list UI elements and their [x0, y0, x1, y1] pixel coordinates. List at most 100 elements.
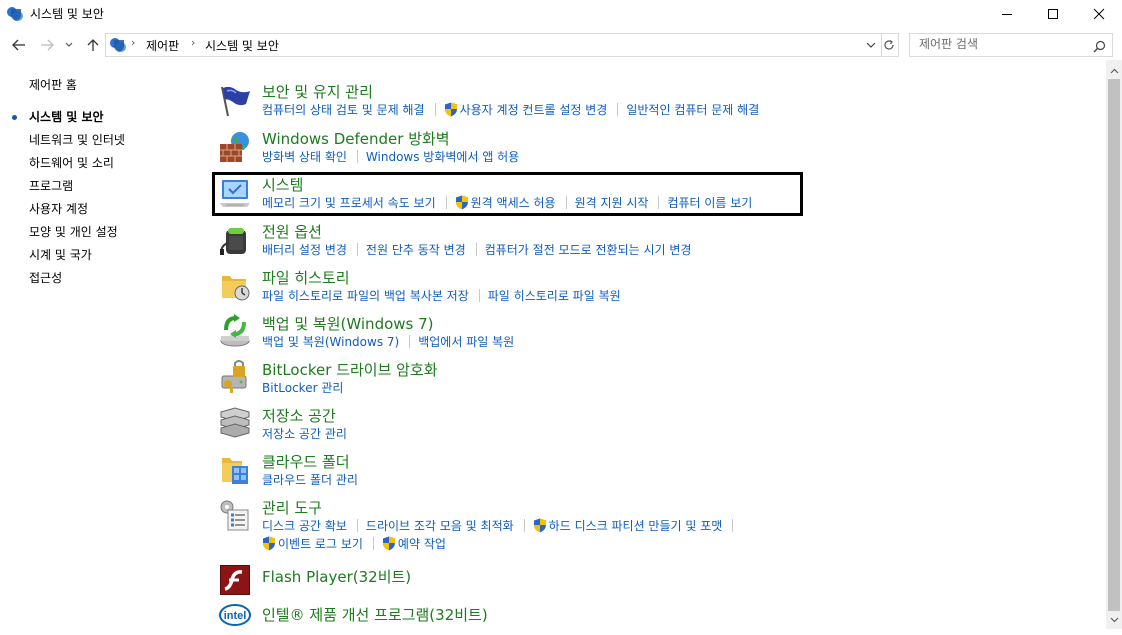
link-separator	[356, 242, 358, 256]
link-review-status[interactable]: 컴퓨터의 상태 검토 및 문제 해결	[262, 101, 425, 118]
category-title-power-options[interactable]: 전원 옵션	[262, 221, 322, 242]
link-save-backup-copies[interactable]: 파일 히스토리로 파일의 백업 복사본 저장	[262, 287, 469, 304]
back-button[interactable]	[8, 34, 30, 56]
nav-clock-region[interactable]: 시계 및 국가	[29, 246, 92, 263]
link-separator	[434, 102, 436, 116]
link-restore-files-file-history[interactable]: 파일 히스토리로 파일 복원	[488, 287, 621, 304]
navigation-bar: › 제어판 › 시스템 및 보안	[0, 30, 1122, 58]
category-title-cloud-folder[interactable]: 클라우드 폴더	[262, 451, 350, 472]
link-separator	[475, 242, 477, 256]
link-separator	[356, 518, 358, 532]
refresh-button[interactable]	[880, 33, 899, 57]
refresh-icon	[884, 40, 894, 50]
address-bar[interactable]: › 제어판 › 시스템 및 보안	[105, 33, 882, 57]
category-title-intel[interactable]: 인텔® 제품 개선 프로그램(32비트)	[262, 604, 488, 625]
search-box	[909, 33, 1113, 57]
intel-icon: intel	[218, 601, 252, 635]
maximize-icon	[1048, 9, 1058, 19]
link-manage-cloud-folder[interactable]: 클라우드 폴더 관리	[262, 471, 358, 488]
category-title-bitlocker[interactable]: BitLocker 드라이브 암호화	[262, 359, 438, 380]
nav-ease-of-access[interactable]: 접근성	[29, 269, 62, 286]
chevron-down-icon	[1110, 617, 1118, 623]
forward-button[interactable]	[36, 34, 58, 56]
uac-shield-icon	[533, 518, 547, 533]
title-bar: 시스템 및 보안	[0, 0, 1122, 28]
breadcrumb-system-security[interactable]: 시스템 및 보안	[205, 37, 279, 54]
link-schedule-tasks[interactable]: 예약 작업	[398, 535, 446, 552]
category-title-firewall[interactable]: Windows Defender 방화벽	[262, 128, 450, 149]
link-defragment-optimize[interactable]: 드라이브 조각 모음 및 최적화	[366, 517, 514, 534]
link-create-format-partitions[interactable]: 하드 디스크 파티션 만들기 및 포맷	[549, 517, 723, 534]
nav-appearance[interactable]: 모양 및 개인 설정	[29, 223, 118, 240]
search-input[interactable]	[910, 34, 1094, 54]
link-separator	[372, 536, 374, 550]
close-button[interactable]	[1076, 0, 1122, 28]
nav-network-internet[interactable]: 네트워크 및 인터넷	[29, 131, 125, 148]
category-links-file-history: 파일 히스토리로 파일의 백업 복사본 저장 파일 히스토리로 파일 복원	[262, 287, 621, 303]
highlight-box	[212, 172, 803, 216]
nav-control-panel-home[interactable]: 제어판 홈	[29, 76, 77, 93]
link-manage-storage-spaces[interactable]: 저장소 공간 관리	[262, 425, 347, 442]
category-links-security-maintenance: 컴퓨터의 상태 검토 및 문제 해결 사용자 계정 컨트롤 설정 변경 일반적인…	[262, 101, 759, 117]
category-links-backup-restore: 백업 및 복원(Windows 7) 백업에서 파일 복원	[262, 333, 514, 349]
recent-locations-button[interactable]	[62, 34, 76, 56]
uac-shield-icon	[444, 102, 458, 117]
category-title-file-history[interactable]: 파일 히스토리	[262, 267, 350, 288]
scrollbar-thumb[interactable]	[1108, 79, 1120, 611]
nav-programs[interactable]: 프로그램	[29, 177, 73, 194]
chevron-right-icon: ›	[131, 36, 136, 49]
link-separator	[478, 288, 480, 302]
nav-system-security[interactable]: 시스템 및 보안	[29, 108, 104, 125]
link-troubleshoot[interactable]: 일반적인 컴퓨터 문제 해결	[626, 101, 759, 118]
link-backup-and-restore[interactable]: 백업 및 복원(Windows 7)	[262, 333, 399, 350]
category-title-flash-player[interactable]: Flash Player(32비트)	[262, 566, 411, 587]
control-panel-icon	[6, 5, 24, 23]
category-title-security-maintenance[interactable]: 보안 및 유지 관리	[262, 81, 373, 102]
link-separator	[409, 334, 411, 348]
category-title-backup-restore[interactable]: 백업 및 복원(Windows 7)	[262, 313, 434, 334]
scroll-up-button[interactable]	[1106, 64, 1122, 78]
current-page-bullet	[12, 115, 17, 120]
firewall-icon	[218, 130, 252, 164]
close-icon	[1093, 8, 1105, 20]
minimize-button[interactable]	[984, 0, 1030, 28]
category-links-admin-tools-row2: 이벤트 로그 보기 예약 작업	[262, 535, 446, 551]
category-title-storage-spaces[interactable]: 저장소 공간	[262, 405, 336, 426]
minimize-icon	[1002, 14, 1012, 15]
flag-icon	[218, 84, 252, 118]
uac-shield-icon	[262, 536, 276, 551]
scroll-down-button[interactable]	[1106, 613, 1122, 627]
link-restore-files-from-backup[interactable]: 백업에서 파일 복원	[418, 333, 514, 350]
link-allow-app-through-firewall[interactable]: Windows 방화벽에서 앱 허용	[366, 148, 519, 165]
nav-hardware-sound[interactable]: 하드웨어 및 소리	[29, 154, 114, 171]
address-dropdown-button[interactable]	[863, 34, 879, 56]
link-check-firewall-status[interactable]: 방화벽 상태 확인	[262, 148, 347, 165]
up-button[interactable]	[82, 34, 104, 56]
chevron-up-icon	[1110, 68, 1118, 74]
chevron-down-icon	[65, 42, 73, 47]
category-title-admin-tools[interactable]: 관리 도구	[262, 497, 322, 518]
link-separator	[617, 102, 619, 116]
nav-user-accounts[interactable]: 사용자 계정	[29, 200, 88, 217]
link-view-event-logs[interactable]: 이벤트 로그 보기	[278, 535, 363, 552]
vertical-scrollbar[interactable]	[1106, 60, 1122, 629]
category-links-power-options: 배터리 설정 변경 전원 단추 동작 변경 컴퓨터가 절전 모드로 전환되는 시…	[262, 241, 691, 257]
link-change-battery-settings[interactable]: 배터리 설정 변경	[262, 241, 347, 258]
flash-player-icon	[218, 563, 252, 597]
file-history-icon	[218, 268, 252, 302]
link-change-sleep-time[interactable]: 컴퓨터가 절전 모드로 전환되는 시기 변경	[485, 241, 692, 258]
breadcrumb-control-panel[interactable]: 제어판	[146, 37, 179, 54]
bitlocker-icon	[218, 360, 252, 394]
svg-text:intel: intel	[224, 610, 247, 622]
link-free-disk-space[interactable]: 디스크 공간 확보	[262, 517, 347, 534]
arrow-left-icon	[12, 39, 25, 51]
maximize-button[interactable]	[1030, 0, 1076, 28]
link-separator	[732, 518, 734, 532]
chevron-down-icon	[866, 42, 876, 48]
link-uac-settings[interactable]: 사용자 계정 컨트롤 설정 변경	[460, 101, 608, 118]
storage-spaces-icon	[218, 406, 252, 440]
link-change-power-buttons[interactable]: 전원 단추 동작 변경	[366, 241, 466, 258]
power-battery-icon	[218, 222, 252, 256]
search-icon[interactable]	[1093, 38, 1106, 57]
link-manage-bitlocker[interactable]: BitLocker 관리	[262, 379, 343, 396]
